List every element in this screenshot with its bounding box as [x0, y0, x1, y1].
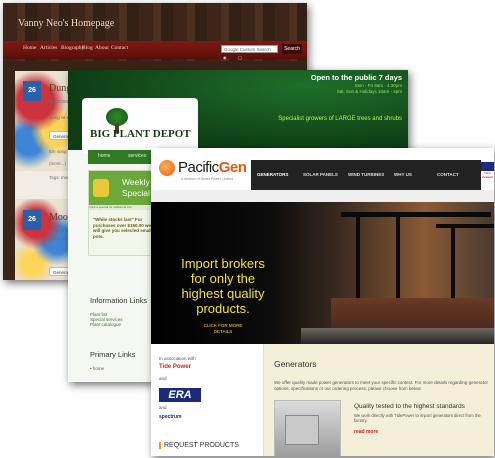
generators-title: Generators [274, 359, 317, 369]
weekly-title-2: Special [122, 188, 150, 198]
nav-generators[interactable]: GENERATORS [257, 172, 288, 177]
nav-blog[interactable]: Blog [82, 45, 93, 51]
and-label: and [159, 405, 167, 410]
gen-label: General [53, 134, 70, 139]
post-date-badge: 26 [23, 210, 41, 230]
generator-panel [285, 415, 319, 445]
country-flag[interactable]: New Zealand [481, 162, 494, 180]
special-quote: "While stocks last" For purchases over $… [93, 217, 152, 239]
logo-text: BIG PLANT DEPOT [90, 128, 191, 140]
specialist-tagline: Specialist growers of LARGE trees and sh… [278, 116, 402, 122]
crane-leg [356, 212, 360, 302]
weekly-title-1: Weekly [122, 177, 150, 187]
weekly-title: Weekly Special [122, 177, 150, 199]
generators-description: We offer quality made power generators t… [274, 380, 488, 391]
primary-link-home[interactable]: • home [90, 366, 104, 371]
nav-contact[interactable]: Contact [111, 45, 128, 51]
crane-leg [451, 224, 455, 304]
nav-articles[interactable]: Articles [40, 45, 57, 51]
partners-sidebar: In association with Tide Power and ERA a… [151, 344, 263, 456]
read-more-link[interactable]: read more [354, 429, 378, 435]
search-button[interactable]: Search [282, 44, 302, 54]
hours-weekday: Mon - Fri 8am - 4:30pm [354, 83, 402, 88]
nav-why-us[interactable]: WHY US [394, 172, 412, 177]
hero-banner[interactable]: Import brokers for only the highest qual… [151, 202, 494, 344]
weekly-header: Weekly Special [89, 171, 155, 205]
assoc-label: In association with [159, 356, 196, 361]
site-title[interactable]: Vanny Neo's Homepage [18, 18, 114, 29]
logo[interactable]: BIG PLANT DEPOT [82, 98, 198, 154]
primary-links-title: Primary Links [90, 350, 136, 359]
harbour-water [301, 328, 494, 344]
nav-home[interactable]: home [98, 153, 111, 159]
power-icon [159, 160, 175, 176]
flag-icon [481, 162, 494, 171]
logo-suffix: Gen [218, 159, 247, 176]
main-nav: GENERATORS SOLAR PANELS WIND TURBINES WH… [251, 160, 481, 190]
post-tags: Tags: mou [49, 175, 70, 180]
more-link[interactable]: (more...) [49, 161, 66, 166]
post-date-badge: 26 [23, 81, 41, 101]
gen-label: General [53, 270, 70, 275]
info-links-title: Information Links [90, 296, 148, 305]
generators-section: Generators We offer quality made power g… [263, 344, 494, 456]
and-label: and [159, 376, 167, 381]
request-products-link[interactable]: REQUEST PRODUCTS [159, 442, 239, 449]
pacificgen-screenshot: PacificGen A division of Better Power Li… [151, 148, 494, 456]
crane-leg [396, 212, 400, 302]
quality-description: We work directly with TidePower to impor… [354, 413, 481, 423]
flag-label: New Zealand [482, 171, 493, 179]
logo-subtitle: A division of Better Power Limited [181, 177, 234, 181]
quality-title: Quality tested to the highest standards [354, 403, 465, 410]
crane-beam [341, 212, 491, 217]
search-input[interactable]: Google Custom Search [221, 45, 278, 53]
special-icon [93, 179, 109, 197]
info-links: Plant list Special services Plant catalo… [90, 312, 123, 327]
nav-home[interactable]: Home [23, 45, 36, 51]
weekly-hint: Click a special for additional info [89, 205, 155, 210]
search-radio-options[interactable]: ◉ ◯ [223, 55, 242, 60]
hours-weekend: Sat, Sun & Holidays 10am - 4pm [336, 89, 402, 94]
primary-link-home-label: home [92, 366, 105, 371]
tide-power-logo[interactable]: Tide Power [159, 364, 191, 370]
era-logo[interactable]: ERA [159, 388, 201, 402]
logo-prefix: Pacific [178, 159, 219, 176]
weekly-special-box[interactable]: Weekly Special Click a special for additi… [88, 170, 156, 256]
nav-solar-panels[interactable]: SOLAR PANELS [303, 172, 338, 177]
spectrum-logo[interactable]: spectrum [159, 414, 182, 420]
nav-services[interactable]: services [128, 153, 146, 159]
nav-contact[interactable]: CONTACT [437, 172, 459, 177]
logo-text[interactable]: PacificGen [178, 159, 247, 176]
open-banner: Open to the public 7 days [310, 73, 402, 82]
nav-about[interactable]: About [95, 45, 109, 51]
hero-headline: Import brokers for only the highest qual… [181, 256, 265, 316]
nav-wind-turbines[interactable]: WIND TURBINES [348, 172, 384, 177]
info-link-plant-catalogue[interactable]: Plant catalogue [90, 322, 123, 327]
generator-image[interactable] [274, 400, 341, 456]
click-for-more-link[interactable]: CLICK FOR MORE DETAILS [195, 323, 251, 334]
nav-biography[interactable]: Biography [61, 45, 84, 51]
crane-beam [436, 224, 494, 228]
